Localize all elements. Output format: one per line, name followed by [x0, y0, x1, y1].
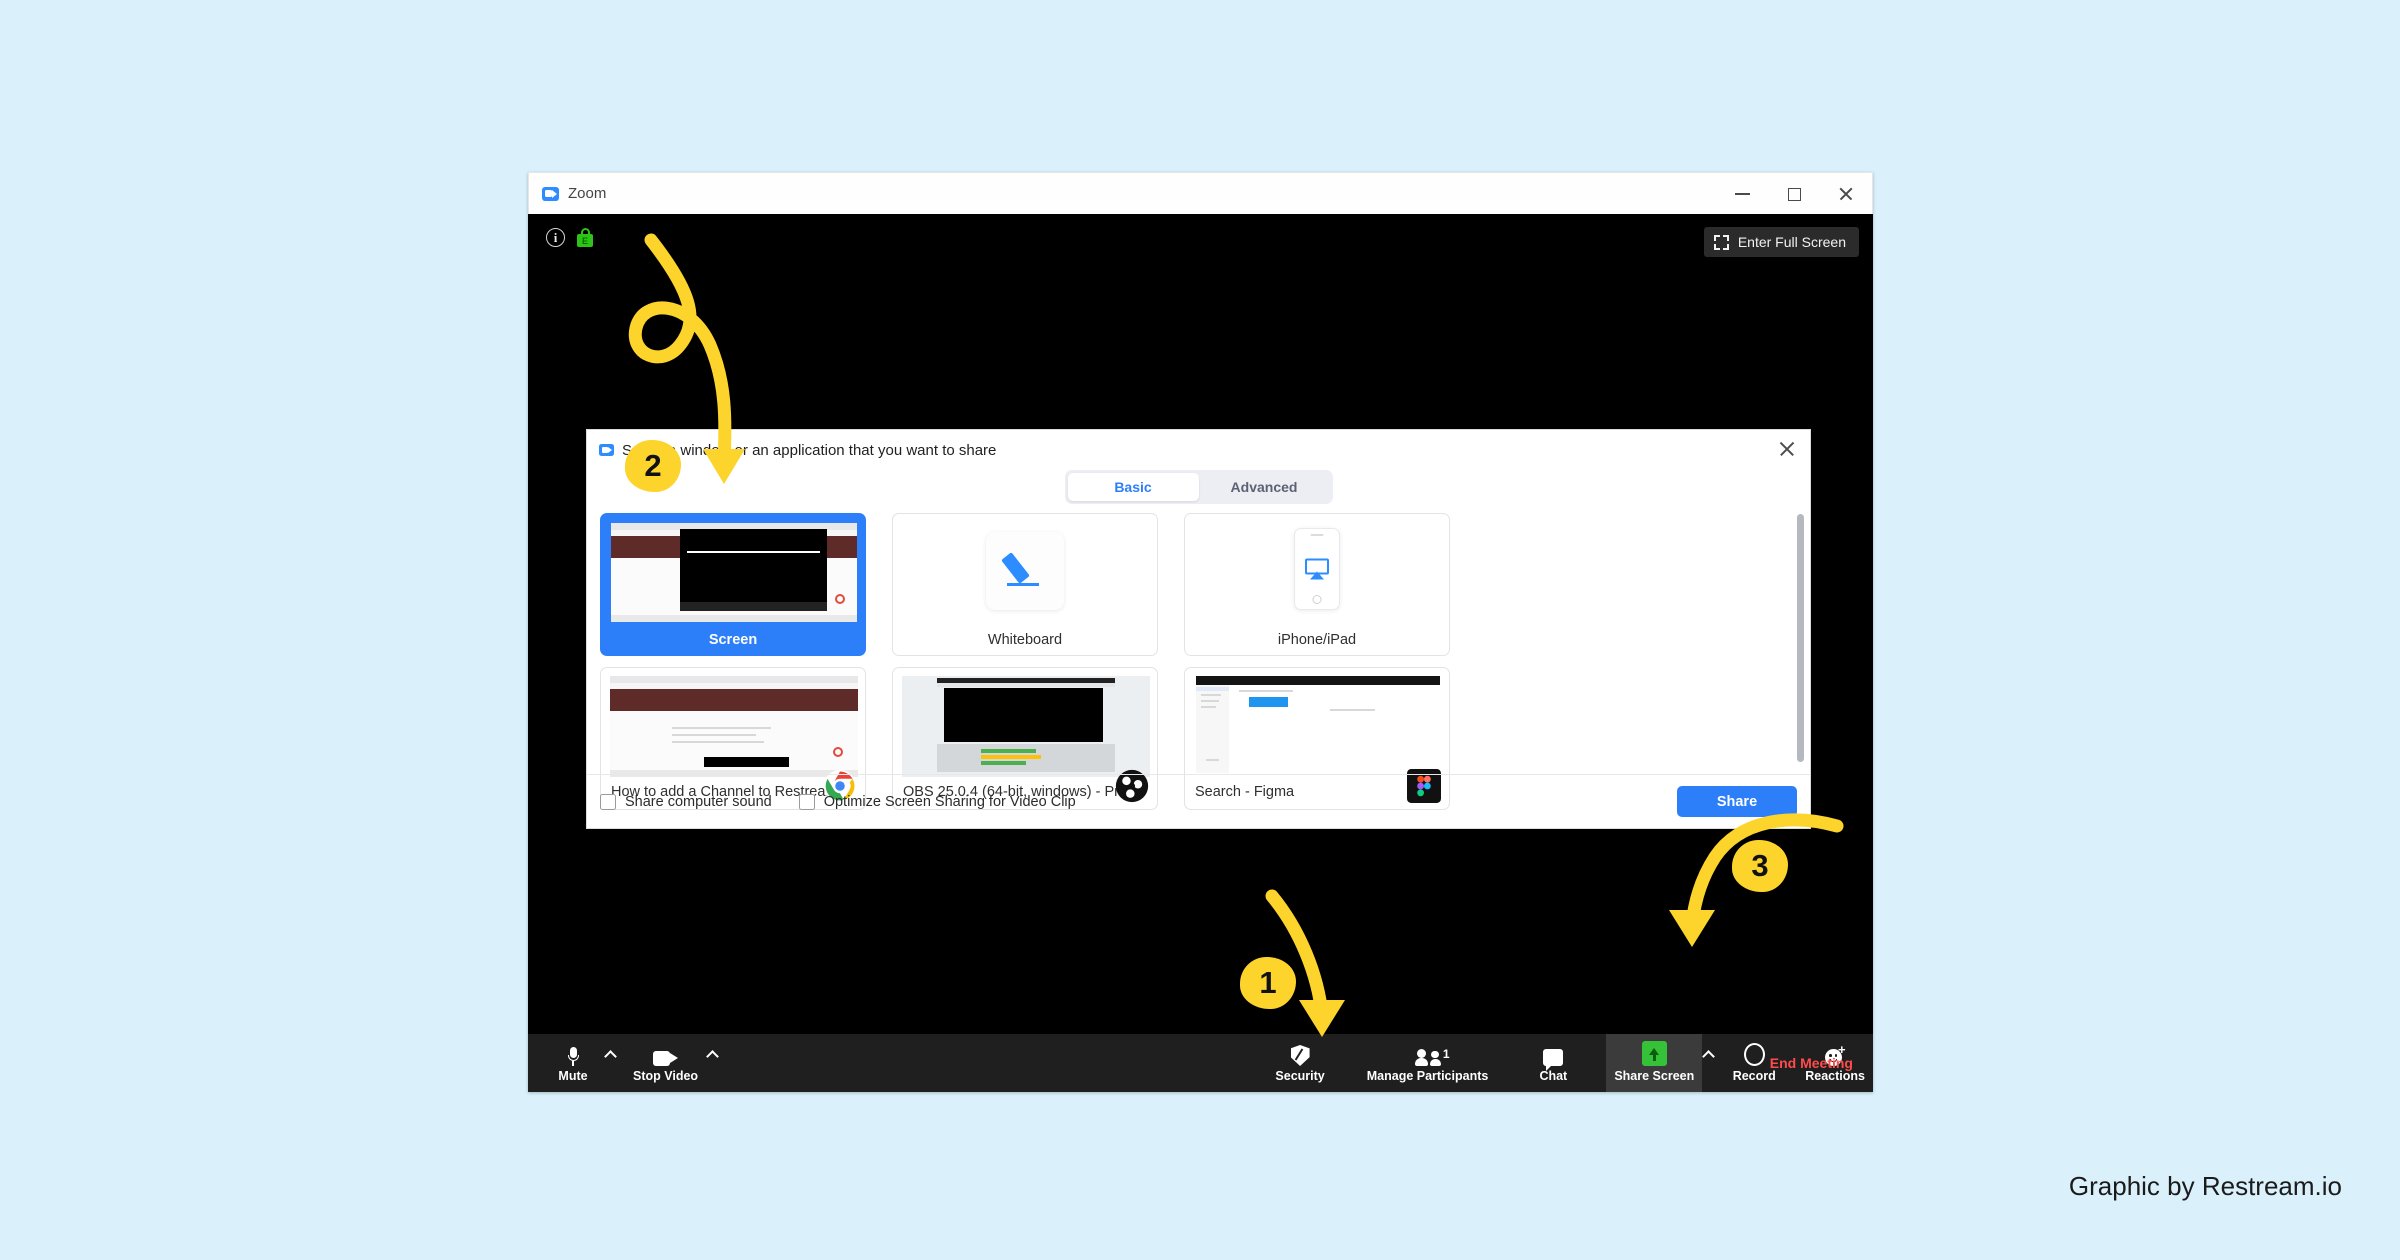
- toolbar-label: Stop Video: [633, 1069, 699, 1083]
- dialog-header: Select a window or an application that y…: [587, 430, 1810, 470]
- shield-icon: [1290, 1043, 1310, 1066]
- video-stage: i E Enter Full Screen Select a window or…: [528, 214, 1873, 1034]
- checkbox-label: Share computer sound: [625, 793, 772, 810]
- share-tile-label: Screen: [708, 632, 758, 648]
- chat-bubble-icon: [1543, 1043, 1564, 1071]
- scrollbar-thumb[interactable]: [1797, 514, 1804, 762]
- end-meeting-button[interactable]: End Meeting: [1770, 1055, 1853, 1071]
- dialog-close-icon[interactable]: [1778, 440, 1796, 458]
- toolbar-label: Reactions: [1805, 1069, 1865, 1083]
- chevron-up-icon: [1702, 1049, 1716, 1063]
- tab-basic[interactable]: Basic: [1067, 473, 1199, 501]
- chevron-up-icon: [706, 1049, 719, 1063]
- toolbar-item-security[interactable]: Security: [1267, 1034, 1332, 1092]
- toolbar-item-mute[interactable]: Mute: [542, 1034, 604, 1092]
- toolbar-item-stop-video[interactable]: Stop Video: [625, 1034, 706, 1092]
- minimize-button[interactable]: [1716, 173, 1768, 215]
- dialog-title: Select a window or an application that y…: [622, 441, 997, 459]
- record-icon: [1743, 1043, 1765, 1066]
- share-tile-iphone-ipad[interactable]: iPhone/iPad: [1184, 513, 1450, 656]
- share-selection-dialog: Select a window or an application that y…: [586, 429, 1811, 829]
- meeting-toolbar: Mute Stop Video Security 1 Manage Partic…: [528, 1034, 1873, 1092]
- airplay-phone-icon: [1294, 528, 1340, 610]
- browser-thumbnail: [610, 676, 858, 777]
- toolbar-label: Mute: [558, 1069, 588, 1083]
- checkbox-box: [600, 793, 616, 810]
- screen-thumbnail: [611, 523, 857, 622]
- close-button[interactable]: [1820, 173, 1872, 215]
- camera-icon: [653, 1043, 679, 1066]
- chevron-up-icon: [604, 1049, 617, 1063]
- share-tile-screen[interactable]: Screen: [600, 513, 866, 656]
- share-tile-whiteboard[interactable]: Whiteboard: [892, 513, 1158, 656]
- share-options-caret[interactable]: [1702, 1034, 1723, 1092]
- toolbar-item-share-screen[interactable]: Share Screen: [1606, 1034, 1703, 1092]
- iphone-card: [1278, 528, 1356, 610]
- enter-full-screen-label: Enter Full Screen: [1737, 234, 1846, 250]
- toolbar-label: Manage Participants: [1366, 1069, 1489, 1083]
- toolbar-label: Share Screen: [1614, 1069, 1695, 1083]
- dialog-footer: Share computer sound Optimize Screen Sha…: [587, 774, 1810, 828]
- window-titlebar: Zoom: [528, 172, 1873, 214]
- share-tile-label: Whiteboard: [987, 632, 1063, 648]
- toolbar-item-manage-participants[interactable]: 1 Manage Participants: [1359, 1034, 1497, 1092]
- participants-icon: 1: [1414, 1043, 1450, 1066]
- maximize-button[interactable]: [1768, 173, 1820, 215]
- audio-options-caret[interactable]: [604, 1034, 625, 1092]
- share-source-area: Screen Whiteboard iPhone/iPad How to add…: [587, 513, 1810, 810]
- minimize-icon: [1734, 193, 1750, 195]
- tab-advanced[interactable]: Advanced: [1199, 473, 1330, 501]
- share-mode-tabs: Basic Advanced: [1064, 470, 1333, 504]
- checkbox-box: [798, 793, 815, 810]
- share-button[interactable]: Share: [1677, 786, 1797, 817]
- zoom-video-icon: [599, 444, 614, 456]
- enter-full-screen-button[interactable]: Enter Full Screen: [1703, 227, 1859, 257]
- info-icon[interactable]: i: [546, 228, 565, 247]
- toolbar-label: Record: [1732, 1069, 1776, 1083]
- credit-text: Graphic by Restream.io: [2068, 1171, 2342, 1201]
- share-computer-sound-checkbox[interactable]: Share computer sound: [600, 793, 772, 810]
- toolbar-item-chat[interactable]: Chat: [1522, 1034, 1584, 1092]
- zoom-video-icon: [542, 186, 559, 201]
- toolbar-label: Chat: [1539, 1069, 1568, 1083]
- maximize-icon: [1787, 187, 1801, 201]
- expand-icon: [1713, 234, 1729, 250]
- close-icon: [1838, 186, 1854, 202]
- share-source-grid: Screen Whiteboard iPhone/iPad How to add…: [600, 513, 1792, 810]
- dialog-scrollbar[interactable]: [1797, 514, 1804, 772]
- zoom-app-window: Zoom i E Enter Full Screen Select a wind…: [528, 172, 1873, 1092]
- video-options-caret[interactable]: [706, 1034, 727, 1092]
- pen-icon: [1001, 549, 1047, 593]
- optimize-video-clip-checkbox[interactable]: Optimize Screen Sharing for Video Clip: [798, 793, 1076, 810]
- obs-thumbnail: [902, 676, 1150, 777]
- stage-status-icons: i E: [546, 228, 593, 247]
- checkbox-label: Optimize Screen Sharing for Video Clip: [823, 793, 1076, 810]
- whiteboard-card: [986, 532, 1064, 610]
- microphone-icon: [567, 1043, 579, 1066]
- window-controls: [1716, 173, 1872, 215]
- window-title: Zoom: [568, 185, 607, 202]
- participant-count: 1: [1442, 1047, 1450, 1061]
- share-screen-icon: [1641, 1041, 1667, 1066]
- share-tile-label: iPhone/iPad: [1277, 632, 1357, 648]
- toolbar-label: Security: [1275, 1069, 1325, 1083]
- encryption-lock-icon[interactable]: E: [577, 228, 593, 247]
- figma-thumbnail: [1194, 676, 1442, 777]
